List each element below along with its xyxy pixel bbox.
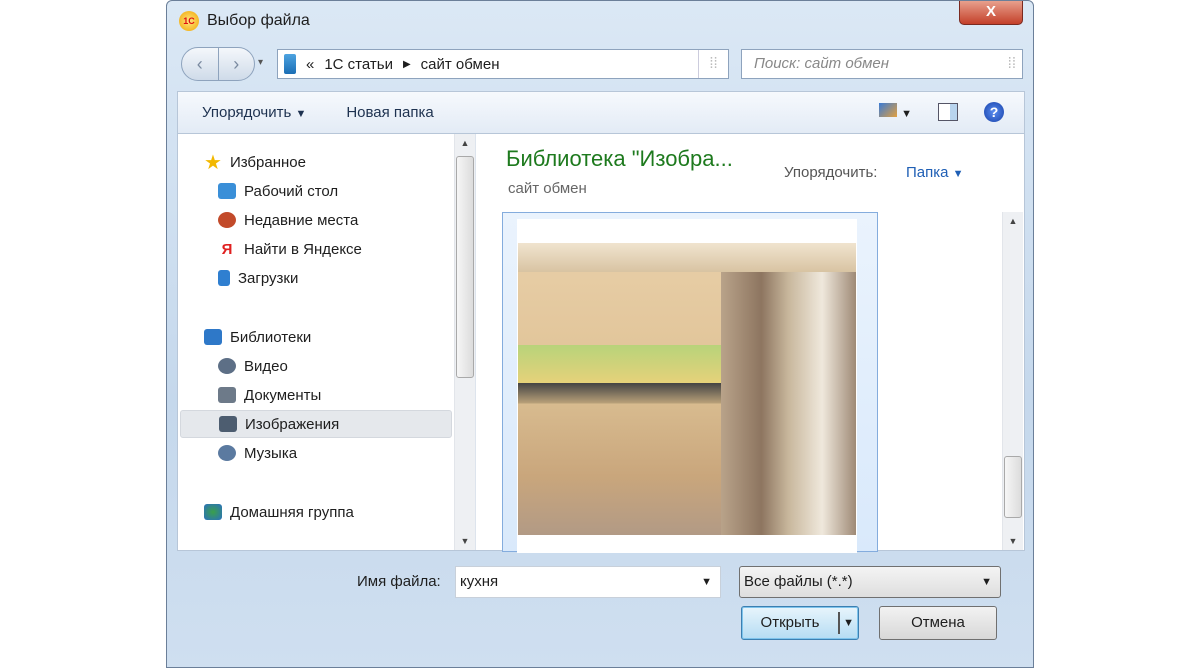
title-bar: 1С Выбор файла xyxy=(179,11,310,31)
arrange-dropdown[interactable]: Папка ▼ xyxy=(906,164,964,181)
navigation-pane: ★ Избранное Рабочий стол Недавние места Я… xyxy=(178,134,476,550)
sidebar-item-downloads[interactable]: Загрузки xyxy=(218,264,490,292)
sidebar-label: Недавние места xyxy=(244,211,359,229)
view-options-button[interactable]: ▼ xyxy=(878,103,912,121)
homegroup-icon xyxy=(204,504,222,520)
sidebar-label: Видео xyxy=(244,357,288,375)
sidebar-label: Библиотеки xyxy=(230,328,312,346)
scroll-thumb[interactable] xyxy=(1004,456,1022,518)
music-icon xyxy=(218,445,236,461)
open-label: Открыть xyxy=(760,614,820,631)
recent-pages-dropdown[interactable]: ▾ xyxy=(258,57,263,68)
path-prefix[interactable]: « xyxy=(306,56,314,73)
sidebar-label: Загрузки xyxy=(238,269,299,287)
open-split-divider xyxy=(838,612,840,634)
star-icon: ★ xyxy=(204,151,222,174)
sidebar-label: Музыка xyxy=(244,444,298,462)
scroll-down-icon[interactable]: ▼ xyxy=(1003,536,1023,546)
sidebar-item-desktop[interactable]: Рабочий стол xyxy=(218,177,490,205)
scroll-down-icon[interactable]: ▼ xyxy=(455,536,475,546)
sidebar-item-images[interactable]: Изображения xyxy=(180,410,452,438)
view-icon xyxy=(878,103,897,117)
file-thumbnail-kitchen[interactable] xyxy=(502,212,878,553)
filename-value: кухня xyxy=(460,573,499,590)
refresh-icon[interactable]: ⁞⁞ xyxy=(698,50,728,78)
downloads-icon xyxy=(218,270,230,286)
library-subtitle: сайт обмен xyxy=(508,180,587,197)
recent-places-icon xyxy=(218,212,236,228)
open-button[interactable]: Открыть ▼ xyxy=(741,606,859,640)
sidebar-label: Рабочий стол xyxy=(244,182,339,200)
content-area: ★ Избранное Рабочий стол Недавние места Я… xyxy=(177,133,1025,553)
breadcrumb-1c-articles[interactable]: 1С статьи xyxy=(324,56,393,73)
search-input[interactable]: Поиск: сайт обмен ⁞⁞ xyxy=(741,49,1023,79)
yandex-icon: Я xyxy=(221,240,233,258)
window-title: Выбор файла xyxy=(207,12,310,29)
nav-buttons: ‹ › xyxy=(181,47,255,81)
sidebar-label: Найти в Яндексе xyxy=(244,240,362,258)
arrange-value: Папка xyxy=(906,164,949,181)
chevron-right-icon[interactable]: ▶ xyxy=(403,59,411,70)
open-dropdown-icon[interactable]: ▼ xyxy=(843,607,854,639)
toolbar: Упорядочить ▼ Новая папка ▼ ? xyxy=(177,91,1025,133)
help-icon[interactable]: ? xyxy=(984,102,1004,122)
filetype-value: Все файлы (*.*) xyxy=(744,573,853,590)
address-bar[interactable]: « 1С статьи ▶ сайт обмен ⁞⁞ xyxy=(277,49,729,79)
chevron-down-icon[interactable]: ▼ xyxy=(981,567,992,597)
app-logo-icon: 1С xyxy=(179,11,199,31)
sidebar-label: Изображения xyxy=(245,415,340,433)
sidebar-item-music[interactable]: Музыка xyxy=(218,439,490,467)
video-icon xyxy=(218,358,236,374)
sidebar-item-yandex[interactable]: Я Найти в Яндексе xyxy=(218,235,490,263)
filename-label: Имя файла: xyxy=(357,573,441,590)
sidebar-libraries[interactable]: Библиотеки xyxy=(204,323,476,351)
sidebar-favorites[interactable]: ★ Избранное xyxy=(204,148,476,176)
sidebar-label: Домашняя группа xyxy=(230,503,354,521)
sidebar-label: Избранное xyxy=(229,153,306,171)
sidebar-item-documents[interactable]: Документы xyxy=(218,381,490,409)
sidebar-scrollbar[interactable]: ▲ ▼ xyxy=(454,134,475,550)
breadcrumb-site-exchange[interactable]: сайт обмен xyxy=(421,56,500,73)
sidebar-homegroup[interactable]: Домашняя группа xyxy=(204,498,476,526)
files-scrollbar[interactable]: ▲ ▼ xyxy=(1002,212,1023,550)
search-icon[interactable]: ⁞⁞ xyxy=(1008,50,1016,78)
image-thumbnail xyxy=(517,219,857,553)
chevron-down-icon[interactable]: ▼ xyxy=(701,567,712,597)
preview-pane-icon[interactable] xyxy=(938,103,958,121)
desktop-icon xyxy=(218,183,236,199)
folder-icon xyxy=(284,54,296,74)
documents-icon xyxy=(218,387,236,403)
filetype-select[interactable]: Все файлы (*.*) ▼ xyxy=(739,566,1001,598)
organize-button[interactable]: Упорядочить ▼ xyxy=(178,104,322,121)
sidebar-item-video[interactable]: Видео xyxy=(218,352,490,380)
file-dialog: 1С Выбор файла X ‹ › ▾ « 1С статьи ▶ сай… xyxy=(166,0,1034,668)
sidebar-item-recent[interactable]: Недавние места xyxy=(218,206,490,234)
search-placeholder: Поиск: сайт обмен xyxy=(754,55,889,72)
kitchen-photo xyxy=(518,243,856,535)
new-folder-button[interactable]: Новая папка xyxy=(322,104,449,121)
sidebar-label: Документы xyxy=(244,386,322,404)
scroll-up-icon[interactable]: ▲ xyxy=(455,138,475,148)
libraries-icon xyxy=(204,329,222,345)
images-icon xyxy=(219,416,237,432)
filename-input[interactable]: кухня ▼ xyxy=(455,566,721,598)
scroll-up-icon[interactable]: ▲ xyxy=(1003,216,1023,226)
cancel-button[interactable]: Отмена xyxy=(879,606,997,640)
file-view: Библиотека "Изобра... сайт обмен Упорядо… xyxy=(478,134,1024,553)
library-title: Библиотека "Изобра... xyxy=(506,146,733,171)
forward-button[interactable]: › xyxy=(219,48,255,80)
arrange-label: Упорядочить: xyxy=(784,164,878,181)
organize-label: Упорядочить xyxy=(202,104,292,121)
back-button[interactable]: ‹ xyxy=(182,48,219,80)
close-button[interactable]: X xyxy=(959,1,1023,25)
scroll-thumb[interactable] xyxy=(456,156,474,378)
